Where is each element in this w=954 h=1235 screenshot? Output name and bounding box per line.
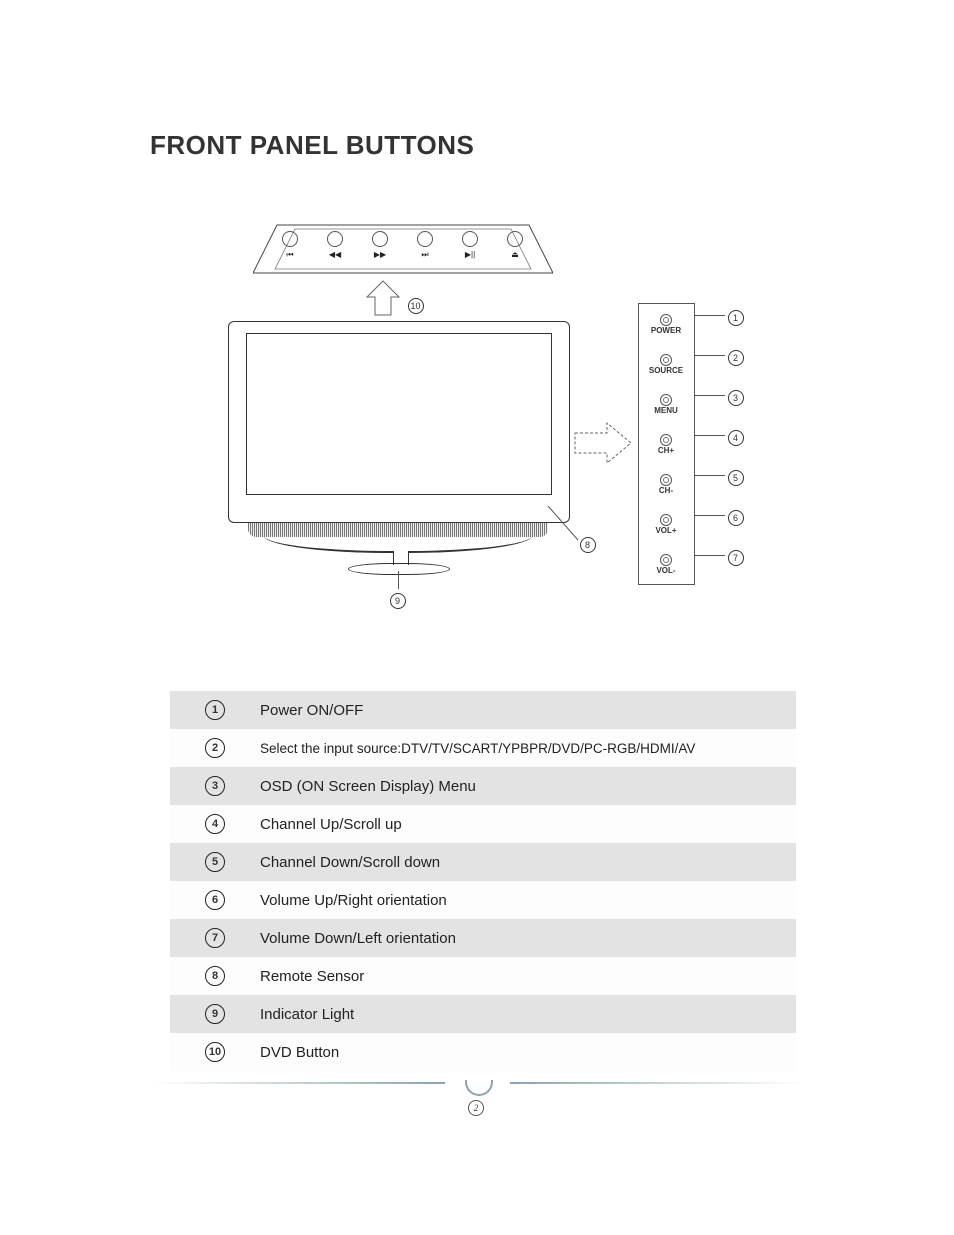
leader-line bbox=[695, 515, 725, 516]
dvd-rewind-button: ◀◀ bbox=[327, 231, 343, 259]
manual-page: FRONT PANEL BUTTONS ⏮ ◀◀ ▶▶ ⏭ ▶|| ⏏ bbox=[150, 130, 805, 1071]
callout-ref-5: 5 bbox=[728, 468, 744, 486]
footer-rule-right bbox=[510, 1082, 805, 1084]
fast-forward-icon: ▶▶ bbox=[374, 250, 386, 259]
dvd-prev-button: ⏮ bbox=[282, 231, 298, 260]
callout-ref-6: 6 bbox=[728, 508, 744, 526]
skip-back-icon: ⏮ bbox=[286, 250, 293, 260]
skip-forward-icon: ⏭ bbox=[421, 250, 428, 260]
eject-icon: ⏏ bbox=[511, 250, 519, 259]
leader-line bbox=[695, 475, 725, 476]
table-row: 8Remote Sensor bbox=[170, 957, 796, 995]
channel-up-button: CH+ bbox=[639, 424, 694, 464]
page-title: FRONT PANEL BUTTONS bbox=[150, 130, 805, 161]
arrow-right-icon bbox=[573, 421, 633, 465]
leader-line bbox=[695, 555, 725, 556]
table-row: 5Channel Down/Scroll down bbox=[170, 843, 796, 881]
table-row: 2Select the input source:DTV/TV/SCART/YP… bbox=[170, 729, 796, 767]
side-button-panel: POWER SOURCE MENU CH+ CH- VOL+ VOL- bbox=[638, 303, 695, 585]
leader-line bbox=[695, 355, 725, 356]
callout-ref-2: 2 bbox=[728, 348, 744, 366]
table-row: 4Channel Up/Scroll up bbox=[170, 805, 796, 843]
callout-ref-1: 1 bbox=[728, 308, 744, 326]
footer-notch bbox=[465, 1080, 493, 1096]
leader-line bbox=[398, 571, 399, 589]
dvd-eject-button: ⏏ bbox=[507, 231, 523, 259]
callout-ref-4: 4 bbox=[728, 428, 744, 446]
legend-table: 1Power ON/OFF 2Select the input source:D… bbox=[170, 691, 796, 1071]
leader-line bbox=[695, 435, 725, 436]
callout-ref-8: 8 bbox=[580, 535, 596, 553]
leader-line bbox=[695, 395, 725, 396]
page-number: 2 bbox=[468, 1098, 484, 1116]
callout-ref-3: 3 bbox=[728, 388, 744, 406]
power-button: POWER bbox=[639, 304, 694, 344]
callout-ref-9: 9 bbox=[390, 591, 406, 609]
play-pause-icon: ▶|| bbox=[465, 250, 475, 259]
front-panel-diagram: ⏮ ◀◀ ▶▶ ⏭ ▶|| ⏏ 10 bbox=[198, 221, 758, 621]
menu-button: MENU bbox=[639, 384, 694, 424]
footer-rule-left bbox=[150, 1082, 445, 1084]
table-row: 6Volume Up/Right orientation bbox=[170, 881, 796, 919]
arrow-up-icon bbox=[363, 279, 403, 319]
table-row: 1Power ON/OFF bbox=[170, 691, 796, 729]
table-row: 9Indicator Light bbox=[170, 995, 796, 1033]
dvd-play-pause-button: ▶|| bbox=[462, 231, 478, 259]
dvd-next-button: ⏭ bbox=[417, 231, 433, 260]
source-button: SOURCE bbox=[639, 344, 694, 384]
volume-down-button: VOL- bbox=[639, 544, 694, 584]
tv-illustration bbox=[228, 321, 568, 551]
channel-down-button: CH- bbox=[639, 464, 694, 504]
callout-ref-10: 10 bbox=[408, 296, 424, 314]
table-row: 10DVD Button bbox=[170, 1033, 796, 1071]
table-row: 3OSD (ON Screen Display) Menu bbox=[170, 767, 796, 805]
rewind-icon: ◀◀ bbox=[329, 250, 341, 259]
leader-line bbox=[695, 315, 725, 316]
volume-up-button: VOL+ bbox=[639, 504, 694, 544]
dvd-forward-button: ▶▶ bbox=[372, 231, 388, 259]
dvd-button-strip: ⏮ ◀◀ ▶▶ ⏭ ▶|| ⏏ bbox=[253, 221, 553, 276]
callout-ref-7: 7 bbox=[728, 548, 744, 566]
table-row: 7Volume Down/Left orientation bbox=[170, 919, 796, 957]
